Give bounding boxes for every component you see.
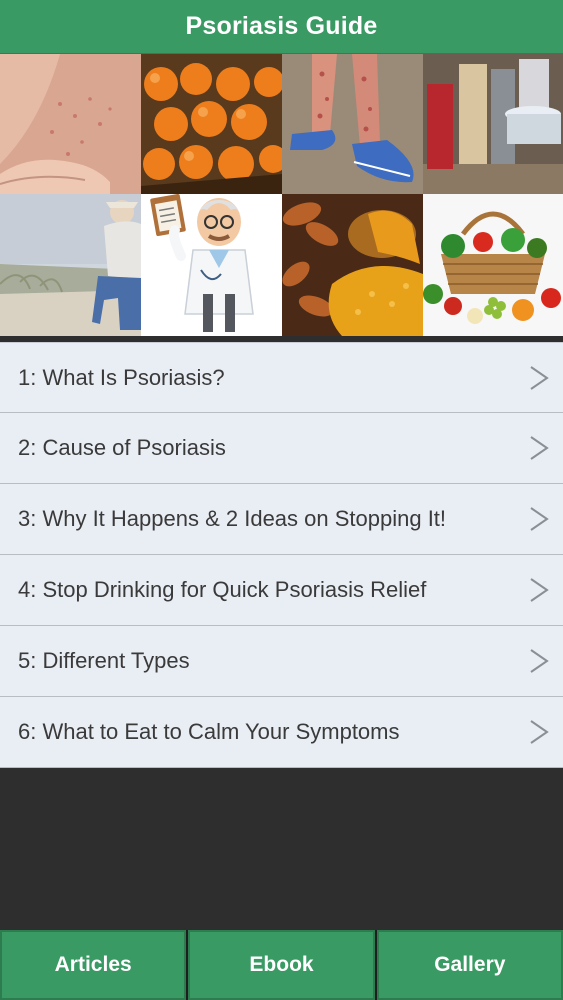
list-item-label: 6: What to Eat to Calm Your Symptoms <box>18 719 400 744</box>
chevron-right-icon <box>530 507 549 531</box>
list-item[interactable]: 6: What to Eat to Calm Your Symptoms <box>0 697 563 768</box>
rash-legs-photo <box>282 54 423 194</box>
page-title: Psoriasis Guide <box>185 12 378 40</box>
app-header: Psoriasis Guide <box>0 0 563 54</box>
chevron-right-icon <box>530 578 549 602</box>
article-list: 1: What Is Psoriasis? 2: Cause of Psoria… <box>0 342 563 768</box>
list-item-label: 4: Stop Drinking for Quick Psoriasis Rel… <box>18 577 427 602</box>
list-item-label: 5: Different Types <box>18 648 190 673</box>
list-item[interactable]: 4: Stop Drinking for Quick Psoriasis Rel… <box>0 555 563 626</box>
tab-label: Articles <box>54 953 132 976</box>
person-on-beach-photo <box>0 194 141 336</box>
skin-rash-photo <box>0 54 141 194</box>
doctor-cartoon <box>141 194 282 336</box>
list-item-label: 1: What Is Psoriasis? <box>18 364 225 390</box>
chevron-right-icon <box>530 649 549 673</box>
tab-label: Gallery <box>434 953 506 976</box>
list-item-label: 3: Why It Happens & 2 Ideas on Stopping … <box>18 506 447 531</box>
chevron-right-icon <box>530 720 549 744</box>
list-item[interactable]: 5: Different Types <box>0 626 563 697</box>
tab-ebook[interactable]: Ebook <box>188 930 375 1000</box>
tab-gallery[interactable]: Gallery <box>376 930 563 1000</box>
list-item[interactable]: 3: Why It Happens & 2 Ideas on Stopping … <box>0 484 563 555</box>
photo-banner <box>0 54 563 336</box>
chevron-right-icon <box>530 436 549 460</box>
list-item[interactable]: 1: What Is Psoriasis? <box>0 342 563 413</box>
tab-articles[interactable]: Articles <box>0 930 187 1000</box>
list-item-label: 2: Cause of Psoriasis <box>18 435 226 460</box>
chevron-right-icon <box>530 365 549 390</box>
turmeric-photo <box>282 194 423 336</box>
tab-label: Ebook <box>249 953 314 976</box>
vegetable-basket-photo <box>423 194 563 336</box>
list-item[interactable]: 2: Cause of Psoriasis <box>0 413 563 484</box>
oranges-photo <box>141 54 282 194</box>
pantry-shelf-photo <box>423 54 563 194</box>
bottom-tab-bar: Articles Ebook Gallery <box>0 930 563 1000</box>
